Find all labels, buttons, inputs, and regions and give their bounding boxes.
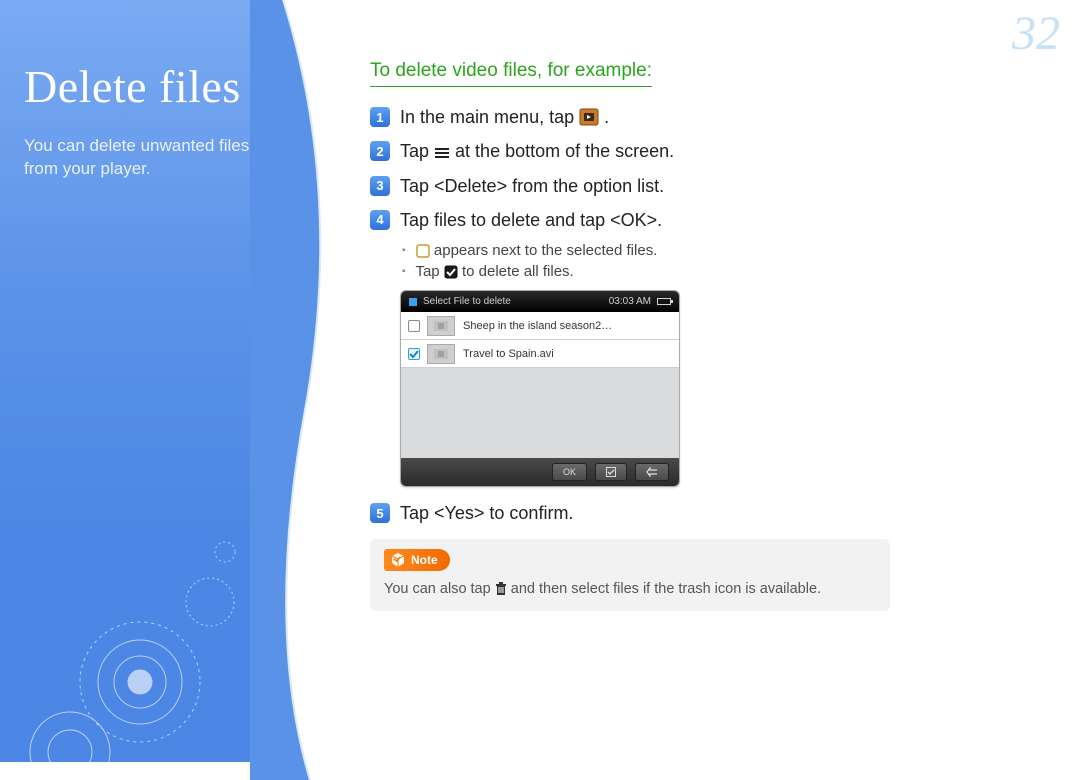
video-thumb-icon (427, 316, 455, 336)
battery-icon (657, 298, 671, 305)
step-text: Tap <Yes> to confirm. (400, 501, 573, 525)
page-title: Delete files (24, 60, 260, 113)
video-icon (579, 108, 599, 126)
step-text: Tap files to delete and tap <OK>. (400, 208, 662, 232)
substep-text-before: Tap (415, 263, 443, 280)
step-text-after: . (604, 107, 609, 127)
substep-text-after: to delete all files. (462, 263, 574, 280)
checkbox-checked-icon (444, 265, 458, 279)
video-thumb-icon (427, 344, 455, 364)
checkbox-empty-icon (416, 244, 430, 258)
checkbox-checked (401, 348, 427, 360)
page-subtitle: You can delete unwanted files from your … (24, 135, 260, 181)
step-list: 1 In the main menu, tap . 2 Tap at the b… (370, 105, 1030, 232)
selectall-button (595, 463, 627, 481)
header-square-icon (409, 298, 417, 306)
step-list-2: 5 Tap <Yes> to confirm. (370, 501, 1030, 525)
step-3: 3 Tap <Delete> from the option list. (370, 174, 1030, 198)
embedded-screenshot: Select File to delete 03:03 AM Sheep in … (400, 290, 680, 487)
note-text: You can also tap and then select files i… (384, 581, 876, 597)
file-row-2: Travel to Spain.avi (401, 340, 679, 368)
screenshot-title: Select File to delete (423, 296, 609, 307)
page-number: 32 (1012, 6, 1060, 61)
step-text-after: at the bottom of the screen. (455, 141, 674, 161)
page-curve (250, 0, 370, 780)
note-cube-icon (390, 552, 406, 568)
note-badge: Note (384, 549, 450, 571)
step-number: 4 (370, 210, 390, 230)
substep-list: appears next to the selected files. Tap … (402, 242, 1030, 280)
step-1: 1 In the main menu, tap . (370, 105, 1030, 129)
file-label: Sheep in the island season2… (463, 320, 612, 332)
file-label: Travel to Spain.avi (463, 348, 554, 360)
sidebar: Delete files You can delete unwanted fil… (0, 0, 280, 762)
back-button (635, 463, 669, 481)
decorative-circles (0, 442, 280, 762)
step-text: Tap (400, 141, 434, 161)
substep-1: appears next to the selected files. (402, 242, 1030, 259)
screenshot-footer: OK (401, 458, 679, 486)
step-number: 2 (370, 141, 390, 161)
step-number: 5 (370, 503, 390, 523)
screenshot-header: Select File to delete 03:03 AM (401, 291, 679, 312)
step-number: 1 (370, 107, 390, 127)
note-text-after: and then select files if the trash icon … (511, 581, 821, 597)
step-number: 3 (370, 176, 390, 196)
screenshot-time: 03:03 AM (609, 296, 651, 307)
step-text: In the main menu, tap (400, 107, 579, 127)
main-content: To delete video files, for example: 1 In… (370, 60, 1030, 611)
file-row-1: Sheep in the island season2… (401, 312, 679, 340)
note-box: Note You can also tap and then select fi… (370, 539, 890, 611)
screenshot-body-empty (401, 368, 679, 458)
step-2: 2 Tap at the bottom of the screen. (370, 139, 1030, 163)
substep-text: appears next to the selected files. (434, 242, 657, 259)
note-text-before: You can also tap (384, 581, 495, 597)
checkbox-unchecked (401, 320, 427, 332)
menu-icon (434, 146, 450, 160)
ok-button: OK (552, 463, 587, 481)
trash-icon (495, 582, 507, 596)
section-title: To delete video files, for example: (370, 60, 652, 87)
substep-2: Tap to delete all files. (402, 263, 1030, 280)
step-5: 5 Tap <Yes> to confirm. (370, 501, 1030, 525)
step-text: Tap <Delete> from the option list. (400, 174, 664, 198)
note-label: Note (411, 553, 438, 567)
step-4: 4 Tap files to delete and tap <OK>. (370, 208, 1030, 232)
